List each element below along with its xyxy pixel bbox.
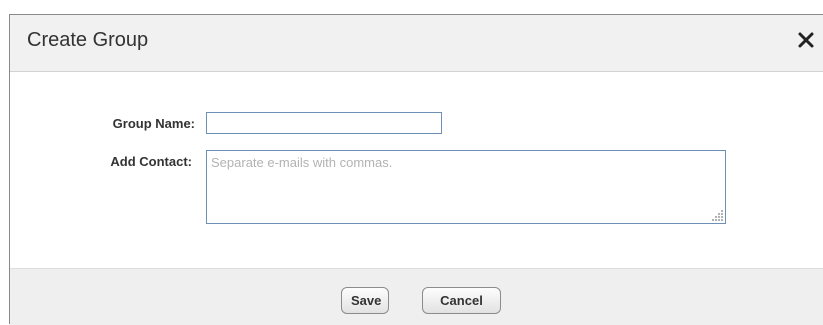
group-name-label: Group Name:	[112, 116, 195, 131]
resize-grip-icon[interactable]	[710, 209, 724, 221]
create-group-dialog: Create Group Group Name: Add Contact: Sa…	[9, 14, 823, 325]
page-margin-top	[0, 0, 823, 14]
page-margin-left	[0, 0, 9, 324]
dialog-header: Create Group	[10, 15, 823, 72]
add-contact-label: Add Contact:	[110, 154, 192, 169]
dialog-footer: Save Cancel	[10, 268, 823, 325]
save-button[interactable]: Save	[341, 287, 389, 314]
cancel-button[interactable]: Cancel	[422, 287, 501, 314]
add-contact-textarea[interactable]	[206, 150, 726, 224]
close-button[interactable]	[793, 27, 819, 53]
dialog-title: Create Group	[27, 29, 149, 51]
group-name-input[interactable]	[206, 112, 442, 134]
close-icon	[798, 32, 814, 48]
